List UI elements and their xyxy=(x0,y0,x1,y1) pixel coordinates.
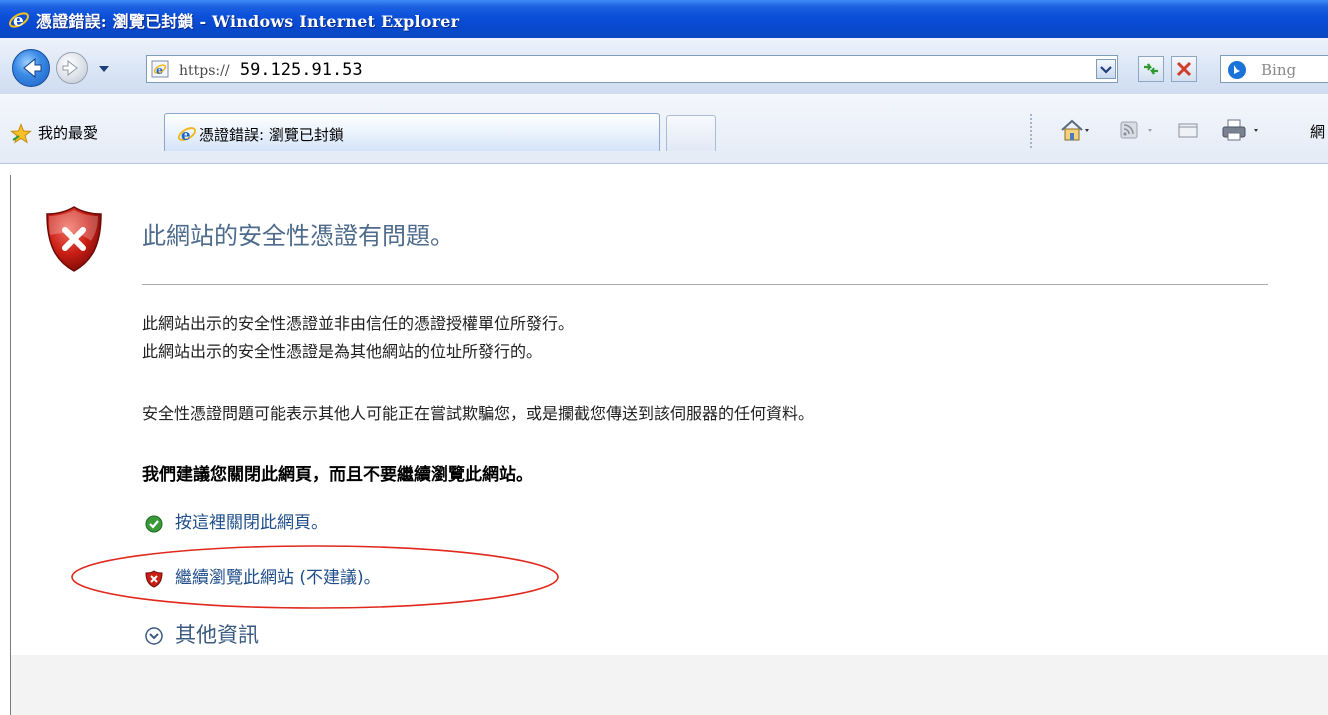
chevron-down-icon xyxy=(1100,66,1112,74)
search-placeholder: Bing xyxy=(1261,61,1297,79)
printer-icon xyxy=(1222,119,1246,141)
refresh-button[interactable] xyxy=(1138,56,1164,82)
home-button[interactable] xyxy=(1058,115,1090,145)
expand-circle-icon xyxy=(145,627,163,645)
chevron-down-icon xyxy=(99,66,109,72)
browser-window: e 憑證錯誤: 瀏覽已封鎖 - Windows Internet Explore… xyxy=(0,0,1328,715)
tab-title: 憑證錯誤: 瀏覽已封鎖 xyxy=(199,126,344,144)
favorites-star-icon[interactable] xyxy=(10,123,32,145)
back-arrow-icon xyxy=(23,57,42,79)
heading-divider xyxy=(142,284,1268,285)
back-button[interactable] xyxy=(12,49,50,87)
internet-explorer-icon: e xyxy=(8,11,30,31)
red-shield-icon xyxy=(145,570,163,588)
rss-feed-icon xyxy=(1120,121,1138,139)
content-border xyxy=(10,175,11,715)
more-info-panel xyxy=(11,655,1328,715)
forward-arrow-icon xyxy=(62,59,78,77)
certificate-reason-1: 此網站出示的安全性憑證並非由信任的憑證授權單位所發行。 xyxy=(142,314,575,333)
svg-text:e: e xyxy=(13,11,24,31)
favorites-button[interactable]: 我的最愛 xyxy=(38,122,98,143)
toolbar-divider xyxy=(1030,114,1032,148)
address-bar[interactable]: e https:// 59.125.91.53 xyxy=(146,55,1118,83)
page-menu-button[interactable]: 網 xyxy=(1310,121,1325,142)
address-text[interactable]: https:// 59.125.91.53 xyxy=(179,59,363,81)
home-icon xyxy=(1061,119,1083,141)
mail-icon xyxy=(1178,123,1198,138)
stop-button[interactable] xyxy=(1171,56,1197,82)
refresh-icon xyxy=(1144,63,1158,75)
continue-to-website-link[interactable]: 繼續瀏覽此網站 (不建議)。 xyxy=(145,567,445,591)
read-mail-button[interactable] xyxy=(1176,115,1202,145)
internet-explorer-icon: e xyxy=(177,126,197,144)
forward-button[interactable] xyxy=(56,52,88,84)
continue-link-text[interactable]: 繼續瀏覽此網站 (不建議)。 xyxy=(175,567,381,589)
close-page-link[interactable]: 按這裡關閉此網頁。 xyxy=(145,512,405,536)
recent-pages-dropdown[interactable] xyxy=(94,60,114,76)
title-bar: e 憑證錯誤: 瀏覽已封鎖 - Windows Internet Explore… xyxy=(0,0,1328,38)
shield-error-icon xyxy=(46,206,102,272)
address-scheme: https:// xyxy=(179,63,230,79)
warning-explanation: 安全性憑證問題可能表示其他人可能正在嘗試欺騙您，或是攔截您傳送到該伺服器的任何資… xyxy=(142,404,815,423)
print-button[interactable] xyxy=(1218,115,1282,145)
address-dropdown-button[interactable] xyxy=(1096,59,1116,79)
stop-icon xyxy=(1176,61,1192,77)
recommendation-text: 我們建議您關閉此網頁，而且不要繼續瀏覽此網站。 xyxy=(142,465,533,485)
page-heading: 此網站的安全性憑證有問題。 xyxy=(142,222,454,250)
bing-logo-icon xyxy=(1228,61,1246,79)
chevron-down-icon xyxy=(1254,129,1258,132)
close-page-link-text[interactable]: 按這裡關閉此網頁。 xyxy=(175,512,328,534)
more-information-toggle[interactable]: 其他資訊 xyxy=(145,622,345,648)
more-info-text[interactable]: 其他資訊 xyxy=(175,622,259,648)
svg-text:e: e xyxy=(181,126,191,144)
tab-certificate-error[interactable]: e 憑證錯誤: 瀏覽已封鎖 xyxy=(164,113,660,151)
window-title: 憑證錯誤: 瀏覽已封鎖 - Windows Internet Explorer xyxy=(36,12,460,31)
chevron-down-icon xyxy=(1148,129,1152,132)
new-tab-button[interactable] xyxy=(666,115,716,151)
certificate-reason-2: 此網站出示的安全性憑證是為其他網站的位址所發行的。 xyxy=(142,342,543,361)
chevron-down-icon xyxy=(1085,129,1089,132)
feeds-button[interactable] xyxy=(1118,115,1158,145)
search-box[interactable]: Bing xyxy=(1220,55,1328,83)
green-shield-icon xyxy=(145,515,163,533)
page-icon: e xyxy=(151,60,169,78)
svg-text:e: e xyxy=(156,64,163,77)
address-host: 59.125.91.53 xyxy=(239,60,363,80)
